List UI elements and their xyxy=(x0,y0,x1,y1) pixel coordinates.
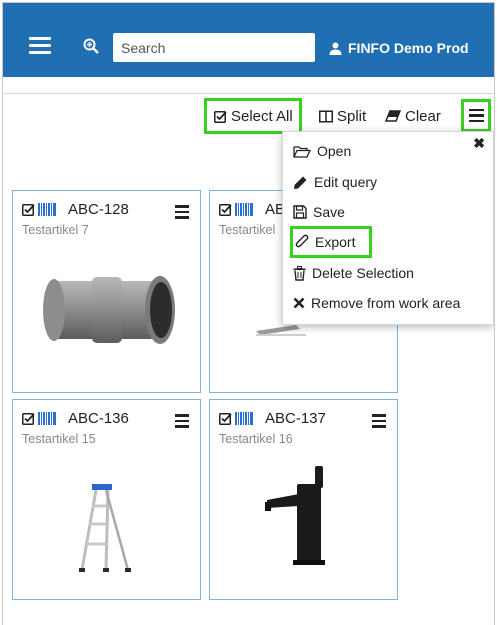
select-all-label: Select All xyxy=(231,107,293,125)
barcode-icon xyxy=(235,203,253,216)
x-icon xyxy=(293,297,305,309)
select-all-button[interactable]: Select All xyxy=(204,98,302,134)
product-image xyxy=(13,263,200,353)
black-faucet-image xyxy=(264,466,325,565)
menu-item-remove-from-work-area[interactable]: Remove from work area xyxy=(293,290,460,316)
pencil-icon xyxy=(294,176,307,189)
menu-item-export[interactable]: Export xyxy=(290,226,372,258)
user-icon xyxy=(329,42,342,55)
step-ladder-image xyxy=(78,484,131,572)
eraser-icon xyxy=(385,110,401,122)
checkbox-checked-icon[interactable] xyxy=(22,412,35,425)
card-code: ABC-128 xyxy=(68,201,129,218)
actions-dropdown: ✖ Open Edit query Save Export Delete Sel… xyxy=(282,131,494,325)
menu-item-edit-query[interactable]: Edit query xyxy=(293,169,377,195)
main-menu-icon[interactable] xyxy=(29,37,51,55)
card-menu-icon[interactable] xyxy=(175,414,189,431)
app-frame: FINFO Demo Prod Select All Split Clear xyxy=(2,2,495,625)
product-card[interactable]: ABC-137 Testartikel 16 xyxy=(209,399,398,600)
menu-item-open[interactable]: Open xyxy=(293,138,351,164)
split-button[interactable]: Split xyxy=(319,98,366,134)
menu-item-label: Open xyxy=(317,143,352,159)
product-image xyxy=(13,482,200,574)
check-square-icon xyxy=(214,110,227,123)
menu-item-delete-selection[interactable]: Delete Selection xyxy=(293,260,414,286)
clear-label: Clear xyxy=(405,107,441,125)
pipe-coupling-image xyxy=(42,276,175,344)
card-name: Testartikel 7 xyxy=(22,223,89,237)
product-image xyxy=(210,460,397,565)
card-menu-icon[interactable] xyxy=(372,414,386,431)
toolbar-menu-button[interactable] xyxy=(461,99,491,132)
barcode-icon xyxy=(38,412,56,425)
search-input[interactable] xyxy=(113,33,315,62)
trash-icon xyxy=(293,265,306,281)
menu-item-label: Save xyxy=(313,204,345,220)
menu-item-label: Export xyxy=(315,234,356,250)
barcode-icon xyxy=(235,412,253,425)
card-menu-icon[interactable] xyxy=(175,205,189,222)
clear-button[interactable]: Clear xyxy=(385,98,441,134)
product-card[interactable]: ABC-136 Testartikel 15 xyxy=(12,399,201,600)
menu-item-label: Delete Selection xyxy=(312,265,414,281)
menu-item-save[interactable]: Save xyxy=(293,199,345,225)
zoom-in-icon[interactable] xyxy=(83,38,99,54)
checkbox-checked-icon[interactable] xyxy=(219,412,232,425)
card-name: Testartikel xyxy=(219,223,276,237)
hamburger-icon xyxy=(468,106,484,126)
top-bar: FINFO Demo Prod xyxy=(3,3,494,77)
menu-item-label: Edit query xyxy=(314,174,378,190)
menu-item-label: Remove from work area xyxy=(311,295,461,311)
card-code: ABC-137 xyxy=(265,410,326,427)
checkbox-checked-icon[interactable] xyxy=(219,203,232,216)
paperclip-icon xyxy=(295,234,309,248)
split-label: Split xyxy=(337,107,367,125)
toolbar-divider xyxy=(3,93,494,94)
folder-open-icon xyxy=(293,145,311,158)
user-button[interactable]: FINFO Demo Prod xyxy=(329,39,469,57)
card-name: Testartikel 16 xyxy=(219,432,293,446)
barcode-icon xyxy=(38,203,56,216)
product-card[interactable]: ABC-128 Testartikel 7 xyxy=(12,190,201,393)
card-name: Testartikel 15 xyxy=(22,432,96,446)
card-code: ABC-136 xyxy=(68,410,129,427)
save-icon xyxy=(293,205,307,219)
close-icon[interactable]: ✖ xyxy=(473,135,485,152)
checkbox-checked-icon[interactable] xyxy=(22,203,35,216)
user-label: FINFO Demo Prod xyxy=(348,40,469,56)
split-icon xyxy=(319,110,333,122)
